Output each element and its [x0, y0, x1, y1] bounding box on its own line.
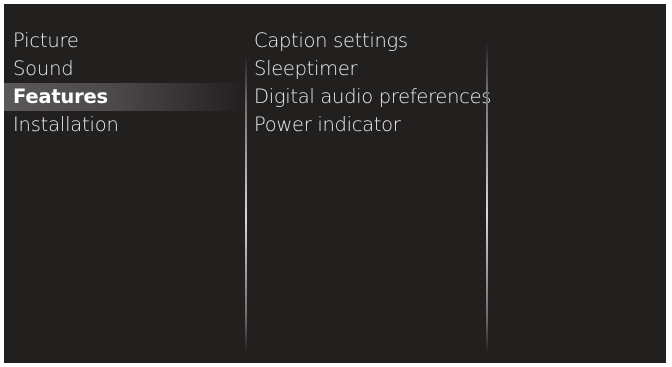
main-menu: Picture Sound Features Installation: [4, 27, 244, 139]
submenu-item-caption-settings[interactable]: Caption settings: [246, 27, 486, 55]
submenu-item-digital-audio-preferences[interactable]: Digital audio preferences: [246, 83, 491, 111]
tv-menu-screen: Picture Sound Features Installation Capt…: [4, 4, 666, 363]
submenu-item-power-indicator[interactable]: Power indicator: [246, 111, 486, 139]
menu-item-sound[interactable]: Sound: [4, 55, 244, 83]
submenu-item-sleeptimer[interactable]: Sleeptimer: [246, 55, 486, 83]
column-divider: [486, 42, 488, 354]
menu-item-picture[interactable]: Picture: [4, 27, 244, 55]
menu-item-features[interactable]: Features: [4, 83, 244, 111]
menu-item-installation[interactable]: Installation: [4, 111, 244, 139]
submenu: Caption settings Sleeptimer Digital audi…: [246, 27, 491, 139]
